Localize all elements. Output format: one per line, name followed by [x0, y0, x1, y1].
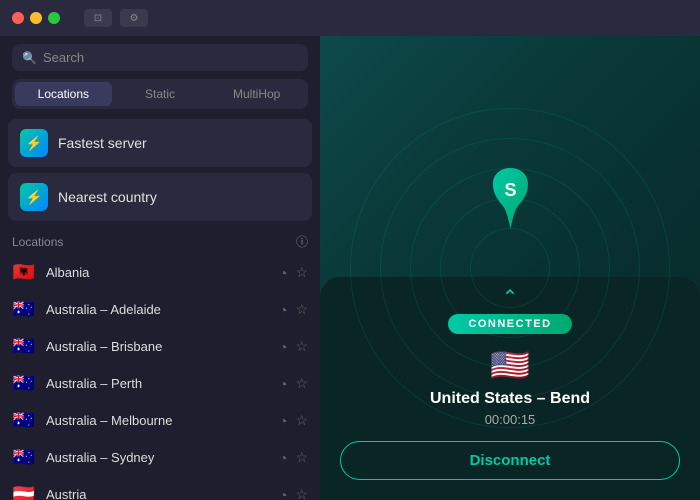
main-layout: 🔍 Locations Static MultiHop ⚡ Fastest se…: [0, 36, 700, 500]
titlebar-icons: ⊡ ⚙: [84, 9, 148, 27]
settings-icon[interactable]: ⚙: [120, 9, 148, 27]
au-sydney-flag: 🇦🇺: [12, 447, 36, 468]
tab-locations[interactable]: Locations: [15, 82, 112, 106]
disconnect-button[interactable]: Disconnect: [340, 441, 680, 480]
list-item[interactable]: 🇦🇱 Albania ◔ ☆: [0, 254, 320, 291]
signal-icon: ◔: [279, 302, 287, 318]
list-item[interactable]: 🇦🇺 Australia – Sydney ◔ ☆: [0, 439, 320, 476]
signal-icon: ◔: [279, 450, 287, 466]
nearest-country-button[interactable]: ⚡ Nearest country: [8, 173, 312, 221]
austria-flag: 🇦🇹: [12, 484, 36, 500]
window-icon[interactable]: ⊡: [84, 9, 112, 27]
right-panel: S ⌃ CONNECTED 🇺🇸 United States – Bend 00…: [320, 36, 700, 500]
au-brisbane-name: Australia – Brisbane: [46, 339, 269, 354]
sidebar: 🔍 Locations Static MultiHop ⚡ Fastest se…: [0, 36, 320, 500]
star-icon[interactable]: ☆: [295, 412, 308, 429]
location-list: 🇦🇱 Albania ◔ ☆ 🇦🇺 Australia – Adelaide ◔…: [0, 254, 320, 500]
au-perth-actions: ◔ ☆: [279, 375, 308, 392]
star-icon[interactable]: ☆: [295, 301, 308, 318]
signal-icon: ◔: [279, 265, 287, 281]
signal-icon: ◔: [279, 487, 287, 500]
signal-icon: ◔: [279, 376, 287, 392]
locations-header: Locations ⓘ: [0, 225, 320, 254]
locations-section-label: Locations: [12, 235, 63, 249]
list-item[interactable]: 🇦🇺 Australia – Adelaide ◔ ☆: [0, 291, 320, 328]
search-input[interactable]: [43, 50, 298, 65]
tab-static[interactable]: Static: [112, 82, 209, 106]
traffic-lights: [12, 12, 60, 24]
fastest-server-label: Fastest server: [58, 135, 147, 151]
signal-icon: ◔: [279, 339, 287, 355]
maximize-button[interactable]: [48, 12, 60, 24]
nearest-country-icon: ⚡: [20, 183, 48, 211]
close-button[interactable]: [12, 12, 24, 24]
vpn-logo: S: [480, 163, 540, 233]
list-item[interactable]: 🇦🇺 Australia – Perth ◔ ☆: [0, 365, 320, 402]
star-icon[interactable]: ☆: [295, 486, 308, 500]
austria-actions: ◔ ☆: [279, 486, 308, 500]
surfshark-logo-svg: S: [483, 166, 538, 231]
star-icon[interactable]: ☆: [295, 264, 308, 281]
au-perth-name: Australia – Perth: [46, 376, 269, 391]
list-item[interactable]: 🇦🇺 Australia – Brisbane ◔ ☆: [0, 328, 320, 365]
search-input-wrap: 🔍: [12, 44, 308, 71]
lightning-icon: ⚡: [25, 135, 42, 152]
fastest-server-icon: ⚡: [20, 129, 48, 157]
tab-multihop[interactable]: MultiHop: [208, 82, 305, 106]
search-bar: 🔍: [0, 36, 320, 79]
titlebar: ⊡ ⚙: [0, 0, 700, 36]
au-adelaide-name: Australia – Adelaide: [46, 302, 269, 317]
au-brisbane-actions: ◔ ☆: [279, 338, 308, 355]
list-item[interactable]: 🇦🇹 Austria ◔ ☆: [0, 476, 320, 500]
lightning-icon-2: ⚡: [25, 189, 42, 206]
list-item[interactable]: 🇦🇺 Australia – Melbourne ◔ ☆: [0, 402, 320, 439]
au-melbourne-name: Australia – Melbourne: [46, 413, 269, 428]
star-icon[interactable]: ☆: [295, 449, 308, 466]
fastest-server-button[interactable]: ⚡ Fastest server: [8, 119, 312, 167]
au-adelaide-actions: ◔ ☆: [279, 301, 308, 318]
minimize-button[interactable]: [30, 12, 42, 24]
au-melbourne-actions: ◔ ☆: [279, 412, 308, 429]
austria-name: Austria: [46, 487, 269, 500]
au-adelaide-flag: 🇦🇺: [12, 299, 36, 320]
nearest-country-label: Nearest country: [58, 189, 157, 205]
search-icon: 🔍: [22, 51, 37, 65]
albania-name: Albania: [46, 265, 269, 280]
signal-icon: ◔: [279, 413, 287, 429]
au-perth-flag: 🇦🇺: [12, 373, 36, 394]
au-sydney-name: Australia – Sydney: [46, 450, 269, 465]
svg-text:S: S: [504, 180, 516, 200]
star-icon[interactable]: ☆: [295, 338, 308, 355]
info-icon[interactable]: ⓘ: [296, 233, 308, 250]
tabs: Locations Static MultiHop: [12, 79, 308, 109]
au-melbourne-flag: 🇦🇺: [12, 410, 36, 431]
star-icon[interactable]: ☆: [295, 375, 308, 392]
au-brisbane-flag: 🇦🇺: [12, 336, 36, 357]
au-sydney-actions: ◔ ☆: [279, 449, 308, 466]
albania-actions: ◔ ☆: [279, 264, 308, 281]
albania-flag: 🇦🇱: [12, 262, 36, 283]
